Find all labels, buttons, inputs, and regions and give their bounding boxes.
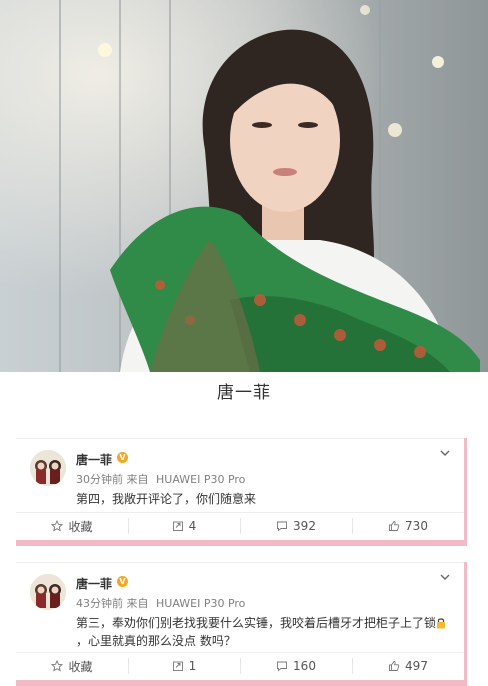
avatar[interactable] <box>30 450 66 486</box>
weibo-post-card[interactable]: 唐一菲 V 43分钟前 来自 HUAWEI P30 Pro 第三，奉劝你们别老找… <box>16 562 467 686</box>
post-actions: 收藏 4 392 730 <box>16 512 464 539</box>
favorite-button[interactable]: 收藏 <box>16 653 128 679</box>
forward-icon <box>172 661 183 671</box>
source-device[interactable]: HUAWEI P30 Pro <box>156 473 245 486</box>
star-icon <box>51 660 64 672</box>
like-count: 497 <box>405 659 428 673</box>
comment-icon <box>277 521 287 532</box>
forward-button[interactable]: 1 <box>128 653 240 679</box>
favorite-button[interactable]: 收藏 <box>16 513 128 539</box>
post-time[interactable]: 43分钟前 <box>76 597 123 610</box>
divider <box>16 438 464 439</box>
comment-button[interactable]: 160 <box>240 653 352 679</box>
like-count: 730 <box>405 519 428 533</box>
forward-count: 4 <box>188 519 197 533</box>
favorite-label: 收藏 <box>68 519 93 534</box>
post-time[interactable]: 30分钟前 <box>76 473 123 486</box>
favorite-label: 收藏 <box>68 659 93 674</box>
chevron-down-icon[interactable] <box>438 446 452 460</box>
verified-badge-icon: V <box>117 452 128 463</box>
like-icon <box>389 521 400 531</box>
verified-badge-icon: V <box>117 576 128 587</box>
photo-image <box>0 0 488 372</box>
comment-count: 160 <box>293 659 316 673</box>
post-actions: 收藏 1 160 497 <box>16 652 464 679</box>
avatar[interactable] <box>30 574 66 610</box>
like-button[interactable]: 730 <box>352 513 464 539</box>
forward-button[interactable]: 4 <box>128 513 240 539</box>
weibo-post-card[interactable]: 唐一菲 V 30分钟前 来自 HUAWEI P30 Pro 第四，我敞开评论了，… <box>16 438 467 546</box>
forward-count: 1 <box>188 659 197 673</box>
post-meta: 43分钟前 来自 HUAWEI P30 Pro <box>76 595 245 611</box>
forward-icon <box>172 521 183 531</box>
post-text: 第三，奉劝你们别老找我要什么实锤，我咬着后槽牙才把柜子上了锁 ，心里就真的那么没… <box>76 614 456 650</box>
divider <box>16 562 464 563</box>
like-icon <box>389 661 400 671</box>
post-text-line: 第三，奉劝你们别老找我要什么实锤，我咬着后槽牙才把柜子上了锁 <box>76 616 437 630</box>
post-text: 第四，我敞开评论了，你们随意来 <box>76 492 257 506</box>
post-text-line: ，心里就真的那么没点 数吗？ <box>76 634 236 648</box>
comment-icon <box>277 661 287 672</box>
post-meta: 30分钟前 来自 HUAWEI P30 Pro <box>76 471 245 487</box>
author-name[interactable]: 唐一菲 <box>76 575 112 592</box>
post-photo[interactable] <box>0 0 488 372</box>
photo-caption: 唐一菲 <box>217 383 271 403</box>
author-name[interactable]: 唐一菲 <box>76 451 112 468</box>
lock-emoji-icon <box>437 618 446 629</box>
source-prefix: 来自 <box>126 473 149 486</box>
like-button[interactable]: 497 <box>352 653 464 679</box>
card-bottom-accent <box>16 540 467 546</box>
source-prefix: 来自 <box>126 597 149 610</box>
card-bottom-accent <box>16 680 467 686</box>
chevron-down-icon[interactable] <box>438 570 452 584</box>
comment-count: 392 <box>293 519 316 533</box>
star-icon <box>51 520 64 532</box>
comment-button[interactable]: 392 <box>240 513 352 539</box>
source-device[interactable]: HUAWEI P30 Pro <box>156 597 245 610</box>
